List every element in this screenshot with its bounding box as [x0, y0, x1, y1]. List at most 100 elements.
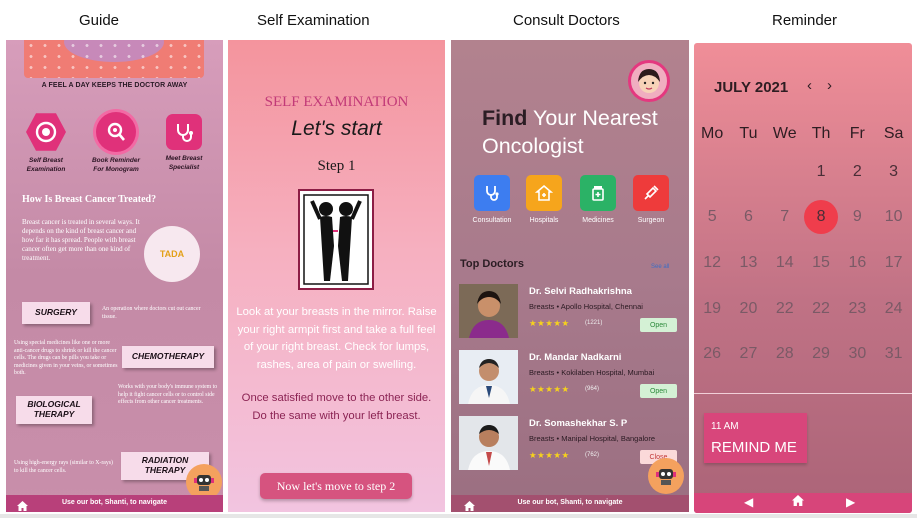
selected-day-label: 8 [804, 200, 839, 235]
feature-self-exam[interactable]: Self Breast Examination [16, 112, 76, 175]
prev-month-button[interactable]: ‹ [807, 77, 812, 94]
back-arrow-icon[interactable]: ◀ [744, 495, 753, 509]
reminder-card[interactable]: 11 AM REMIND ME [704, 413, 807, 463]
calendar-day[interactable]: 15 [803, 240, 839, 286]
treatment-paragraph: Breast cancer is treated in several ways… [22, 218, 140, 262]
hospital-icon [526, 175, 562, 211]
feature-meet-specialist[interactable]: Meet Breast Specialist [154, 112, 214, 173]
tada-sticker: TADA [144, 226, 200, 282]
calendar-day[interactable]: 2 [839, 149, 875, 195]
see-all-link[interactable]: See all [651, 264, 669, 270]
caption-guide: Guide [79, 12, 120, 29]
doctor-card[interactable]: Dr. Somashekhar S. P Breasts • Manipal H… [459, 416, 681, 472]
calendar-day[interactable]: 12 [694, 240, 730, 286]
instruction-text-2: Once satisfied move to the other side. D… [241, 392, 432, 422]
surgery-card[interactable]: SURGERY [22, 302, 90, 324]
calendar-day[interactable]: 3 [875, 149, 911, 195]
rating-stars: ★★★★★ [529, 318, 570, 328]
doctor-name: Dr. Selvi Radhakrishna [529, 286, 632, 297]
forward-arrow-icon[interactable]: ▶ [846, 495, 855, 509]
calendar-day-selected[interactable]: 8 [803, 195, 839, 241]
caption-consult: Consult Doctors [513, 12, 620, 29]
calendar-day[interactable]: 5 [694, 195, 730, 241]
bottom-strip [0, 514, 917, 518]
calendar-day[interactable]: 28 [767, 331, 803, 377]
feature-label: Meet Breast Specialist [165, 155, 203, 171]
category-label: Consultation [472, 217, 512, 224]
category-label: Hospitals [529, 217, 559, 224]
calendar-day[interactable]: 31 [875, 331, 911, 377]
calendar-day[interactable]: 23 [839, 286, 875, 332]
category-label: Surgeon [637, 217, 665, 224]
next-month-button[interactable]: › [827, 77, 832, 94]
divider [694, 393, 912, 394]
next-step-button[interactable]: Now let's move to step 2 [260, 473, 412, 499]
category-consultation[interactable]: Consultation [469, 175, 515, 224]
page-title: Find Your Nearest Oncologist [482, 105, 689, 160]
status-badge: Open [640, 318, 677, 332]
category-surgeon[interactable]: Surgeon [628, 175, 674, 224]
self-exam-screen: SELF EXAMINATION Let's start Step 1 Look… [228, 40, 445, 512]
magnifier-icon [96, 112, 136, 152]
weekday-label: Mo [701, 125, 724, 142]
calendar-day[interactable]: 24 [875, 286, 911, 332]
calendar-day[interactable]: 30 [839, 331, 875, 377]
rating-stars: ★★★★★ [529, 384, 570, 394]
category-hospitals[interactable]: Hospitals [521, 175, 567, 224]
bottom-bar: Use our bot, Shanti, to navigate [451, 495, 689, 512]
month-label: JULY 2021 [714, 79, 789, 96]
section-heading: Top Doctors [460, 258, 524, 270]
weekday-label: We [772, 125, 797, 142]
feature-label: Self Breast Examination [26, 157, 66, 173]
reminder-screen: JULY 2021 ‹ › Mo Tu We Th Fr Sa 1 2 3 5 … [694, 43, 912, 513]
calendar-day[interactable]: 17 [875, 240, 911, 286]
avatar[interactable] [628, 60, 670, 102]
page-title: SELF EXAMINATION [264, 94, 409, 110]
target-icon [26, 113, 66, 151]
calendar-day[interactable]: 26 [694, 331, 730, 377]
doctor-name: Dr. Somashekhar S. P [529, 418, 628, 429]
calendar-day[interactable]: 6 [730, 195, 766, 241]
feature-book-reminder[interactable]: Book Reminder For Monogram [86, 112, 146, 175]
treatment-heading: How Is Breast Cancer Treated? [22, 194, 157, 205]
calendar-day[interactable]: 29 [803, 331, 839, 377]
doctor-photo [459, 350, 518, 404]
calendar-day[interactable]: 14 [767, 240, 803, 286]
calendar-day[interactable]: 27 [730, 331, 766, 377]
calendar-day[interactable]: 13 [730, 240, 766, 286]
calendar-day[interactable]: 19 [694, 286, 730, 332]
consult-screen: Find Your Nearest Oncologist Consultatio… [451, 40, 689, 512]
calendar-day[interactable]: 16 [839, 240, 875, 286]
calendar-day-empty [730, 149, 766, 195]
bot-hint: Use our bot, Shanti, to navigate [61, 499, 167, 506]
category-medicines[interactable]: Medicines [575, 175, 621, 224]
weekday-label: Fr [849, 125, 865, 142]
shanti-bot-icon[interactable] [648, 458, 684, 494]
rating-stars: ★★★★★ [529, 450, 570, 460]
step-label: Step 1 [317, 158, 356, 174]
calendar-day[interactable]: 7 [767, 195, 803, 241]
doctor-card[interactable]: Dr. Selvi Radhakrishna Breasts • Apollo … [459, 284, 681, 340]
biological-therapy-note: Works with your body's immune system to … [118, 384, 218, 406]
doctor-card[interactable]: Dr. Mandar Nadkarni Breasts • Kokilaben … [459, 350, 681, 406]
calendar-grid: Mo Tu We Th Fr Sa 1 2 3 5 6 7 8 9 10 12 … [694, 123, 912, 377]
doctor-info: Breasts • Apollo Hospital, Chennai [529, 302, 643, 311]
home-icon[interactable] [792, 495, 804, 509]
mirror-illustration [298, 189, 374, 290]
syringe-icon [633, 175, 669, 211]
doctor-photo [459, 416, 518, 470]
calendar-day[interactable]: 22 [803, 286, 839, 332]
remind-me-button[interactable]: REMIND ME [711, 439, 797, 456]
surgery-note: An operation where doctors cut out cance… [102, 306, 201, 320]
calendar-day[interactable]: 1 [803, 149, 839, 195]
chemotherapy-card[interactable]: CHEMOTHERAPY [122, 346, 214, 368]
bot-hint: Use our bot, Shanti, to navigate [517, 499, 623, 506]
guide-screen: A FEEL A DAY KEEPS THE DOCTOR AWAY Self … [6, 40, 223, 512]
feature-label: Book Reminder For Monogram [91, 157, 141, 173]
calendar-day[interactable]: 20 [730, 286, 766, 332]
biological-therapy-card[interactable]: BIOLOGICAL THERAPY [16, 396, 92, 424]
calendar-day[interactable]: 10 [875, 195, 911, 241]
calendar-day[interactable]: 22 [767, 286, 803, 332]
caption-self-exam: Self Examination [257, 12, 370, 29]
calendar-day[interactable]: 9 [839, 195, 875, 241]
